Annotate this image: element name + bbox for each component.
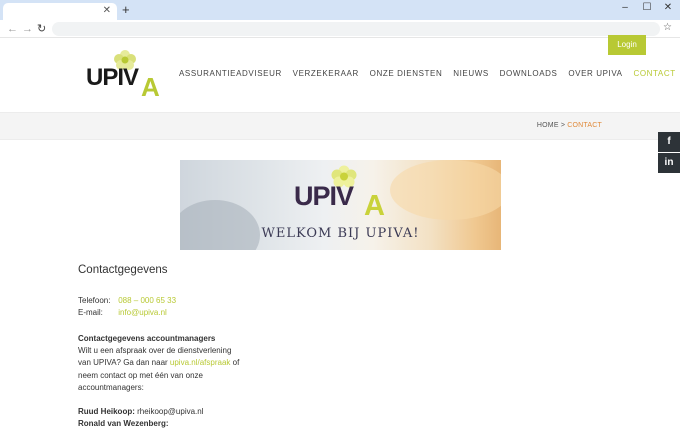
new-tab-button[interactable]: + bbox=[122, 3, 130, 17]
breadcrumb-current: CONTACT bbox=[567, 122, 602, 129]
contact-heading: Contactgegevens bbox=[78, 264, 168, 276]
banner-welcome-text: WELKOM BIJ UPIVA! bbox=[261, 226, 420, 241]
minimize-button[interactable]: – bbox=[618, 2, 632, 14]
svg-text:A: A bbox=[141, 72, 160, 99]
welcome-banner: UPIV A WELKOM BIJ UPIVA! bbox=[180, 160, 501, 250]
person-2-name: Ronald van Wezenberg: bbox=[78, 419, 169, 429]
managers-line-4: accountmanagers: bbox=[78, 382, 144, 392]
breadcrumb-bar: HOME > CONTACT bbox=[0, 112, 680, 140]
upiva-logo[interactable]: UPIV A bbox=[86, 47, 166, 99]
managers-line-3: neem contact op met één van onze bbox=[78, 370, 203, 380]
nav-onze-diensten[interactable]: ONZE DIENSTEN bbox=[370, 69, 443, 78]
close-window-button[interactable]: ✕ bbox=[661, 2, 675, 14]
facebook-icon[interactable]: f bbox=[658, 132, 680, 152]
main-navigation: ASSURANTIEADVISEUR VERZEKERAAR ONZE DIEN… bbox=[179, 69, 680, 78]
svg-text:UPIV: UPIV bbox=[294, 181, 354, 211]
maximize-button[interactable]: ☐ bbox=[640, 2, 654, 14]
managers-text: Wilt u een afspraak over de dienstverlen… bbox=[78, 345, 278, 394]
svg-text:UPIV: UPIV bbox=[86, 64, 139, 91]
email-label: E-mail: bbox=[78, 308, 103, 317]
forward-icon[interactable]: → bbox=[22, 23, 33, 35]
bookmark-star-icon[interactable]: ☆ bbox=[663, 22, 672, 33]
nav-contact[interactable]: CONTACT bbox=[633, 69, 675, 78]
nav-downloads[interactable]: DOWNLOADS bbox=[500, 69, 558, 78]
managers-line-2b: of bbox=[230, 358, 240, 368]
person-row-1: Ruud Heikoop: rheikoop@upiva.nl bbox=[78, 406, 278, 418]
breadcrumb-separator: > bbox=[558, 122, 568, 129]
managers-line-2a: van UPIVA? Ga dan naar bbox=[78, 358, 170, 368]
svg-text:A: A bbox=[364, 190, 385, 219]
url-input[interactable] bbox=[52, 22, 660, 36]
nav-over-upiva[interactable]: OVER UPIVA bbox=[568, 69, 622, 78]
phone-label: Telefoon: bbox=[78, 296, 111, 305]
nav-nieuws[interactable]: NIEUWS bbox=[453, 69, 489, 78]
back-icon[interactable]: ← bbox=[7, 23, 18, 35]
email-row: E-mail: info@upiva.nl bbox=[78, 307, 278, 319]
banner-logo: UPIV A bbox=[294, 165, 385, 219]
linkedin-icon[interactable]: in bbox=[658, 153, 680, 173]
reload-icon[interactable]: ↻ bbox=[37, 23, 46, 35]
login-button[interactable]: Login bbox=[608, 35, 646, 55]
address-bar: ← → ↻ ☆ bbox=[0, 20, 680, 38]
appointment-link[interactable]: upiva.nl/afspraak bbox=[170, 358, 230, 367]
managers-heading: Contactgegevens accountmanagers bbox=[78, 334, 216, 343]
person-1-name: Ruud Heikoop: bbox=[78, 407, 135, 417]
contact-section: Contactgegevens Telefoon: 088 – 000 65 3… bbox=[78, 264, 278, 430]
person-1-email[interactable]: rheikoop@upiva.nl bbox=[135, 407, 203, 416]
browser-tab[interactable]: ✕ bbox=[3, 3, 117, 20]
breadcrumb-home[interactable]: HOME bbox=[537, 122, 559, 129]
phone-row: Telefoon: 088 – 000 65 33 bbox=[78, 295, 278, 307]
close-tab-icon[interactable]: ✕ bbox=[103, 5, 111, 17]
managers-line-1: Wilt u een afspraak over de dienstverlen… bbox=[78, 346, 232, 355]
phone-link[interactable]: 088 – 000 65 33 bbox=[118, 296, 176, 305]
nav-verzekeraar[interactable]: VERZEKERAAR bbox=[293, 69, 359, 78]
email-link[interactable]: info@upiva.nl bbox=[118, 308, 167, 317]
person-row-2: Ronald van Wezenberg: bbox=[78, 418, 278, 430]
nav-assurantieadviseur[interactable]: ASSURANTIEADVISEUR bbox=[179, 69, 282, 78]
breadcrumb: HOME > CONTACT bbox=[537, 122, 602, 129]
browser-tab-bar: ✕ + – ☐ ✕ bbox=[0, 0, 680, 20]
